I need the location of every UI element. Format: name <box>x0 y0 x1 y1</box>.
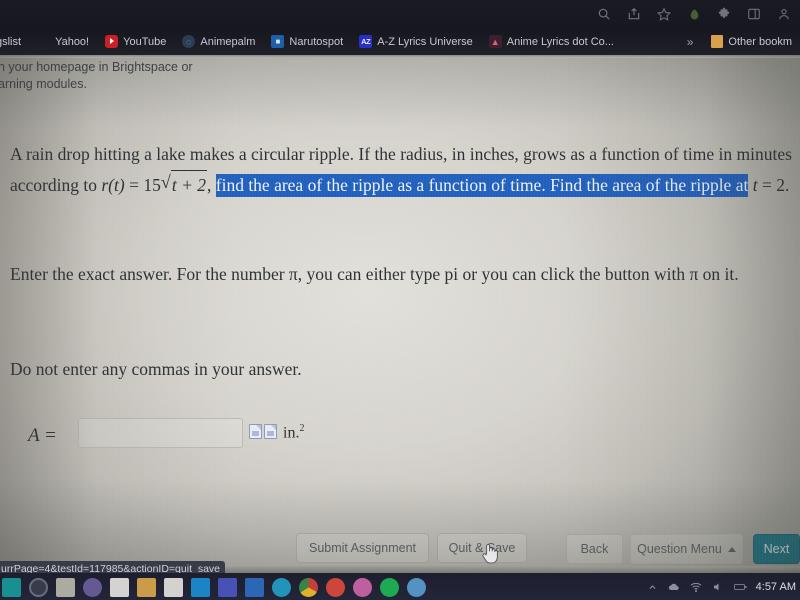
bookmark-az-lyrics-universe[interactable]: AZ A-Z Lyrics Universe <box>351 32 481 52</box>
submit-assignment-button[interactable]: Submit Assignment <box>296 533 429 563</box>
broken-image-icon[interactable] <box>264 424 277 439</box>
folder-icon <box>711 35 724 48</box>
bookmark-anime-lyrics[interactable]: ▲ Anime Lyrics dot Co... <box>481 32 622 52</box>
spotify-icon[interactable] <box>380 577 399 597</box>
network-icon[interactable] <box>690 581 703 594</box>
tail-equals-two: = 2. <box>761 175 790 195</box>
answer-unit: in.2 <box>283 423 304 442</box>
selected-text-highlight: find the area of the ripple as a functio… <box>215 174 749 197</box>
formula-equals: = 15 <box>129 175 161 195</box>
browser-toolbar <box>0 0 800 28</box>
show-hidden-icon[interactable] <box>646 581 659 594</box>
bookmark-animepalm[interactable]: ◌ Animepalm <box>174 32 263 52</box>
chrome-page-seam <box>0 55 800 58</box>
edge-icon[interactable] <box>272 577 291 597</box>
unit-text: in. <box>283 424 300 442</box>
toolbar-icon-group <box>596 0 796 28</box>
other-bookmarks-folder[interactable]: Other bookm <box>703 32 800 52</box>
mail-icon[interactable] <box>191 577 210 597</box>
answer-helper-icons <box>249 424 277 439</box>
file-explorer-icon[interactable] <box>137 577 156 597</box>
teams-icon[interactable] <box>218 577 237 597</box>
unit-exponent: 2 <box>299 423 305 434</box>
bookmark-youtube[interactable]: YouTube <box>97 32 174 52</box>
answer-row: A = in.2 <box>0 415 800 459</box>
answer-input[interactable] <box>78 418 243 448</box>
yahoo-favicon <box>37 35 50 48</box>
bookmark-label: Anime Lyrics dot Co... <box>506 35 614 48</box>
share-icon[interactable] <box>626 6 642 22</box>
animepalm-favicon: ◌ <box>182 35 196 48</box>
bookmark-label: gslist <box>0 35 22 48</box>
back-button[interactable]: Back <box>566 534 623 564</box>
formula-comma: , <box>207 175 212 195</box>
star-bookmark-icon[interactable] <box>656 6 672 22</box>
broken-image-icon[interactable] <box>249 424 262 439</box>
leaf-icon[interactable] <box>686 6 702 22</box>
bookmarks-bar: gslist Yahoo! YouTube ◌ Animepalm ■ Naru… <box>0 28 800 55</box>
answer-label: A = <box>28 425 57 446</box>
formula-argument: (t) <box>108 175 125 195</box>
quit-and-save-button[interactable]: Quit & Save <box>437 533 527 563</box>
youtube-favicon <box>105 35 119 48</box>
search-circle-icon[interactable] <box>29 577 48 597</box>
instruction-pi: Enter the exact answer. For the number π… <box>10 264 739 284</box>
task-view-icon[interactable] <box>56 577 75 597</box>
chrome-icon[interactable] <box>299 577 318 597</box>
system-tray: 4:57 AM <box>646 575 796 599</box>
bookmark-label: YouTube <box>123 35 167 48</box>
page-viewport: n your homepage in Brightspace or arning… <box>0 55 800 573</box>
bookmark-narutospot[interactable]: ■ Narutospot <box>263 32 351 52</box>
instruction-commas: Do not enter any commas in your answer. <box>10 359 302 379</box>
bookmark-gslist[interactable]: gslist <box>0 32 29 52</box>
volume-icon[interactable] <box>712 581 725 594</box>
bookmark-label: Animepalm <box>200 35 256 48</box>
disc-icon[interactable] <box>407 577 426 597</box>
search-icon[interactable] <box>596 6 612 22</box>
start-icon[interactable] <box>2 577 21 597</box>
next-button[interactable]: Next <box>753 534 800 564</box>
onedrive-icon[interactable] <box>668 581 681 594</box>
browser-chrome: gslist Yahoo! YouTube ◌ Animepalm ■ Naru… <box>0 0 800 55</box>
bookmarks-overflow-icon[interactable]: » <box>677 35 704 49</box>
office-icon[interactable] <box>245 577 264 597</box>
bookmark-label: Yahoo! <box>55 35 90 48</box>
question-menu-label: Question Menu <box>637 542 722 556</box>
caret-up-icon <box>727 546 736 552</box>
people-icon[interactable] <box>83 577 102 597</box>
az-lyrics-favicon: AZ <box>359 35 373 48</box>
question-statement: A rain drop hitting a lake makes a circu… <box>10 140 800 200</box>
anime-lyrics-favicon: ▲ <box>488 35 502 48</box>
store-icon[interactable] <box>164 577 183 597</box>
battery-icon[interactable] <box>733 581 747 594</box>
bookmark-label: Narutospot <box>289 35 344 48</box>
profile-icon[interactable] <box>776 6 792 22</box>
question-content: A rain drop hitting a lake makes a circu… <box>0 55 800 573</box>
sidebar-icon[interactable] <box>746 6 762 22</box>
other-bookmarks-label: Other bookm <box>728 35 792 48</box>
notepad-icon[interactable] <box>110 577 129 597</box>
narutospot-favicon: ■ <box>271 35 285 48</box>
bookmark-yahoo[interactable]: Yahoo! <box>29 32 97 52</box>
taskbar-clock[interactable]: 4:57 AM <box>756 581 796 593</box>
extensions-puzzle-icon[interactable] <box>716 6 732 22</box>
sqrt-icon: t + 2 <box>161 168 207 200</box>
photos-icon[interactable] <box>353 577 372 597</box>
taskbar-app-icons <box>2 575 426 599</box>
tail-variable-t: t <box>752 175 758 195</box>
bookmark-label: A-Z Lyrics Universe <box>377 35 473 48</box>
recording-icon[interactable] <box>326 577 345 597</box>
question-menu-button[interactable]: Question Menu <box>630 534 743 564</box>
formula-radicand: t + 2 <box>170 170 207 200</box>
windows-taskbar: 4:57 AM <box>0 573 800 600</box>
